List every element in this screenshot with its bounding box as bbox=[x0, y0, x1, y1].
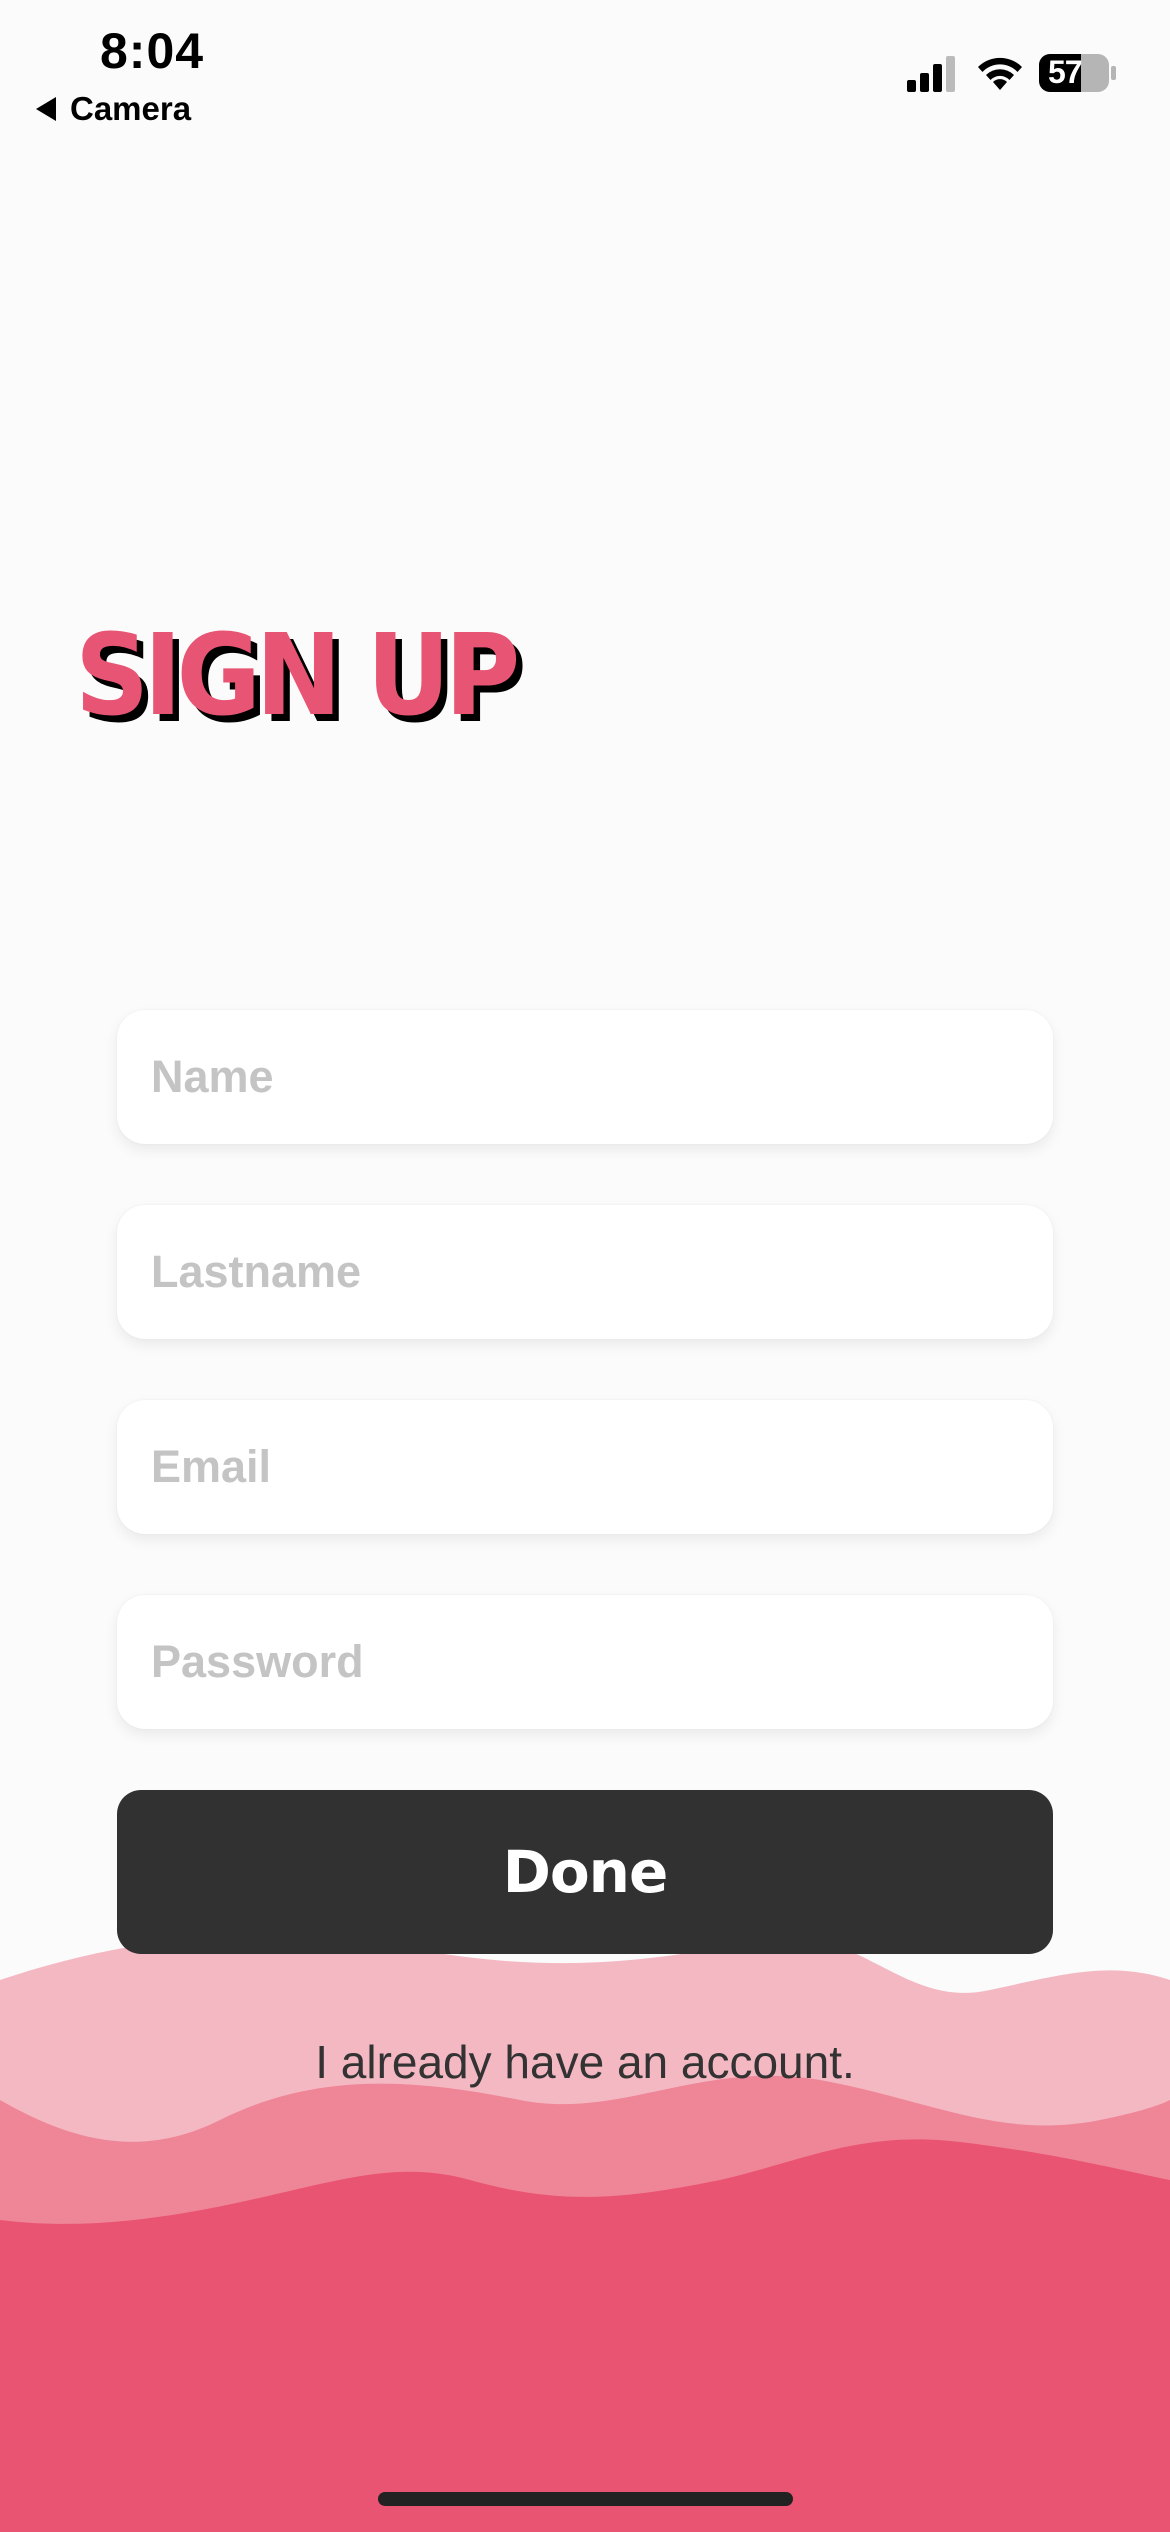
lastname-field[interactable] bbox=[117, 1205, 1053, 1339]
wifi-icon bbox=[978, 57, 1022, 90]
email-field[interactable] bbox=[117, 1400, 1053, 1534]
page-title: SIGN UP bbox=[75, 611, 520, 741]
status-time: 8:04 bbox=[100, 23, 205, 79]
email-input[interactable] bbox=[149, 1440, 1021, 1494]
back-to-camera-link[interactable]: Camera bbox=[36, 90, 191, 128]
already-have-account-link[interactable]: I already have an account. bbox=[0, 2035, 1170, 2089]
password-input[interactable] bbox=[149, 1635, 1021, 1689]
back-label: Camera bbox=[70, 90, 192, 127]
status-bar: 8:04 Camera 57 bbox=[0, 0, 1170, 140]
lastname-input[interactable] bbox=[149, 1245, 1021, 1299]
name-input[interactable] bbox=[149, 1050, 1021, 1104]
battery-level: 57 bbox=[1048, 54, 1083, 90]
home-indicator[interactable] bbox=[378, 2492, 793, 2506]
password-field[interactable] bbox=[117, 1595, 1053, 1729]
back-arrow-icon bbox=[36, 97, 56, 121]
done-button[interactable]: Done bbox=[117, 1790, 1053, 1954]
name-field[interactable] bbox=[117, 1010, 1053, 1144]
cellular-signal-icon bbox=[907, 56, 955, 92]
wave-background bbox=[0, 1935, 1170, 2532]
